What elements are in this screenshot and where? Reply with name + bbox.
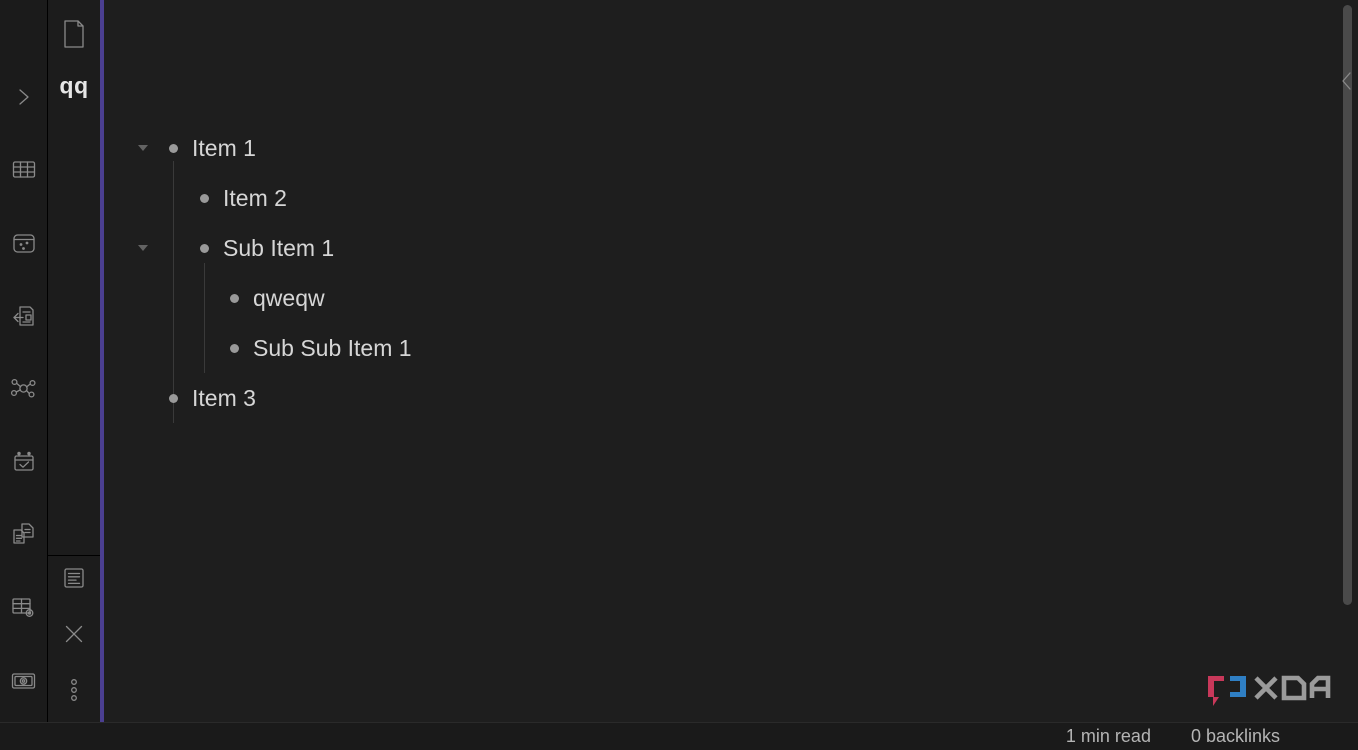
tab-column: bb — [48, 0, 100, 722]
sidebar-item-table-settings[interactable] — [0, 571, 48, 644]
tasks-calendar-icon — [11, 449, 37, 475]
outline-row[interactable]: qweqw — [133, 273, 1298, 323]
status-bar: 1 min read 0 backlinks — [0, 722, 1358, 750]
outline-item-text: Sub Item 1 — [223, 234, 335, 261]
table-icon — [11, 157, 37, 183]
outline-item-text: Item 3 — [192, 384, 256, 411]
collapse-right-sidebar-button[interactable] — [1338, 68, 1356, 98]
graph-view-icon — [10, 375, 37, 402]
outline-row[interactable]: Item 3 — [133, 373, 1298, 423]
more-options-button[interactable] — [56, 676, 92, 708]
backlinks-status[interactable]: 0 backlinks — [1191, 726, 1280, 747]
app-window: bb Item 1 Item 2 Sub Item 1 qweqw Sub Su… — [0, 0, 1358, 750]
outline-row[interactable]: Sub Item 1 — [133, 223, 1298, 273]
documents-icon — [10, 521, 37, 548]
outline-row[interactable]: Sub Sub Item 1 — [133, 323, 1298, 373]
read-time-status[interactable]: 1 min read — [1066, 726, 1151, 747]
document-lines-icon — [61, 565, 87, 596]
tab-column-bottom-actions — [48, 564, 100, 708]
sidebar-item-graph-view[interactable] — [0, 352, 48, 425]
tab-column-divider — [48, 555, 100, 556]
bullet-point[interactable] — [169, 143, 178, 153]
sidebar-item-documents[interactable] — [0, 498, 48, 571]
document-outline-button[interactable] — [56, 564, 92, 596]
bullet-point[interactable] — [230, 293, 239, 303]
more-options-icon — [65, 676, 83, 709]
editor-area[interactable]: Item 1 Item 2 Sub Item 1 qweqw Sub Sub I… — [100, 0, 1358, 722]
tab-bb[interactable]: bb — [54, 66, 94, 110]
tab-label: bb — [59, 75, 89, 102]
bullet-point[interactable] — [200, 243, 209, 253]
whiteboard-icon — [11, 230, 37, 256]
outline-item-text: qweqw — [253, 284, 325, 311]
close-icon — [61, 621, 87, 652]
sidebar-item-media[interactable] — [0, 644, 48, 717]
sidebar-item-table[interactable] — [0, 133, 48, 206]
outline-row[interactable]: Item 2 — [133, 173, 1298, 223]
left-icon-rail — [0, 0, 48, 722]
import-doc-icon — [11, 303, 37, 329]
sidebar-item-import-doc[interactable] — [0, 279, 48, 352]
collapse-triangle[interactable] — [138, 245, 148, 251]
outline-item-text: Item 2 — [223, 184, 287, 211]
chevron-right-icon — [14, 85, 34, 109]
active-tab-accent-bar — [100, 0, 104, 722]
close-button[interactable] — [56, 620, 92, 652]
outline-list: Item 1 Item 2 Sub Item 1 qweqw Sub Sub I… — [133, 123, 1298, 423]
table-settings-icon — [10, 594, 37, 621]
outline-item-text: Sub Sub Item 1 — [253, 334, 412, 361]
bullet-point[interactable] — [200, 193, 209, 203]
sidebar-item-tasks[interactable] — [0, 425, 48, 498]
bullet-point[interactable] — [230, 343, 239, 353]
expand-sidebar-button[interactable] — [0, 60, 48, 133]
chevron-left-icon — [1340, 70, 1354, 97]
outline-item-text: Item 1 — [192, 134, 256, 161]
outline-row[interactable]: Item 1 — [133, 123, 1298, 173]
bullet-point[interactable] — [169, 393, 178, 403]
page-icon[interactable] — [57, 16, 91, 52]
media-icon — [10, 668, 37, 694]
sidebar-item-whiteboard[interactable] — [0, 206, 48, 279]
collapse-triangle[interactable] — [138, 145, 148, 151]
